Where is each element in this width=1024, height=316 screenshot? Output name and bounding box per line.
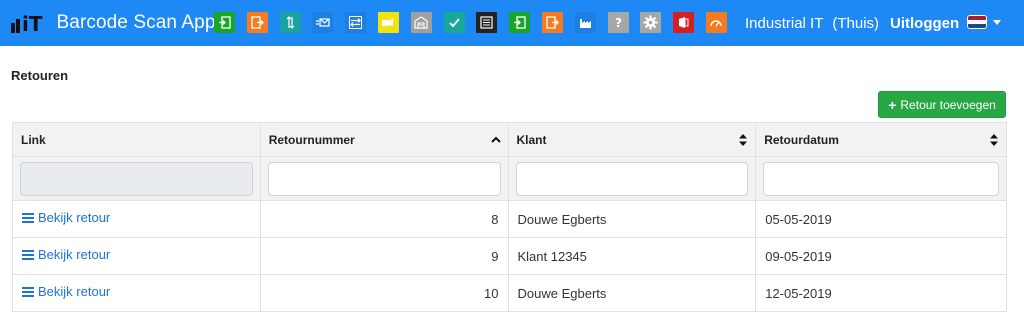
filter-klant-input[interactable] [515, 161, 749, 196]
warehouse-icon[interactable] [410, 12, 432, 33]
dashboard-icon[interactable] [705, 12, 727, 33]
klant-cell: Klant 12345 [507, 237, 757, 275]
filter-cell-link [12, 156, 261, 201]
filter-retournummer-input[interactable] [267, 161, 501, 196]
filter-cell-klant [507, 156, 757, 201]
table-row: Bekijk retour 10 Douwe Egberts 12-05-201… [12, 274, 1007, 312]
company-info: Industrial IT (Thuis) [745, 0, 879, 46]
receive-icon[interactable] [509, 12, 531, 33]
table-row: Bekijk retour 9 Klant 12345 09-05-2019 [12, 237, 1007, 275]
view-return-link[interactable]: Bekijk retour [22, 284, 110, 299]
filter-retourdatum-input[interactable] [763, 161, 999, 196]
shipment-icon[interactable] [312, 12, 334, 33]
sort-icon[interactable] [738, 133, 748, 147]
view-return-link[interactable]: Bekijk retour [22, 210, 110, 225]
filter-cell-retournummer [259, 156, 509, 201]
link-cell: Bekijk retour [12, 237, 261, 275]
flag-nl-icon [967, 15, 987, 29]
inbound-icon[interactable] [214, 12, 235, 33]
svg-text:?: ? [615, 16, 622, 29]
filter-link-input [20, 161, 253, 196]
transfer-icon[interactable] [279, 12, 301, 33]
retournummer-cell: 8 [259, 200, 509, 238]
logout-link[interactable]: Uitloggen [890, 0, 959, 46]
help-icon[interactable]: ? [607, 12, 629, 33]
klant-cell: Douwe Egberts [507, 200, 757, 238]
menu-icon [22, 248, 34, 262]
sort-ascending-icon[interactable] [490, 133, 501, 145]
top-navbar: iT Barcode Scan App ? Industrial IT (Thu… [0, 0, 1024, 46]
brand-logo: iT [11, 12, 43, 36]
retourdatum-cell: 12-05-2019 [755, 274, 1007, 312]
check-icon[interactable] [443, 12, 465, 33]
list-icon[interactable] [476, 12, 498, 33]
app-title: Barcode Scan App [56, 12, 216, 33]
sort-icon[interactable] [989, 133, 999, 147]
brand[interactable]: iT Barcode Scan App [11, 0, 216, 46]
retourdatum-cell: 05-05-2019 [755, 200, 1007, 238]
module-icon-bar: ? [214, 12, 739, 33]
factory-icon[interactable] [574, 12, 596, 33]
brand-logo-text: iT [22, 12, 43, 36]
column-header-link: Link [12, 122, 261, 157]
column-header-retourdatum[interactable]: Retourdatum [755, 122, 1007, 157]
filter-cell-retourdatum [755, 156, 1007, 201]
column-header-klant[interactable]: Klant [507, 122, 757, 157]
chevron-down-icon [993, 19, 1001, 25]
add-return-button[interactable]: + Retour toevoegen [878, 91, 1006, 118]
table-row: Bekijk retour 8 Douwe Egberts 05-05-2019 [12, 200, 1007, 238]
retourdatum-cell: 09-05-2019 [755, 237, 1007, 275]
stock-icon[interactable] [377, 12, 399, 33]
office-icon[interactable] [673, 12, 695, 33]
company-location: (Thuis) [832, 14, 880, 32]
column-header-retournummer[interactable]: Retournummer [259, 122, 509, 157]
return-out-icon[interactable] [541, 12, 563, 33]
link-cell: Bekijk retour [12, 274, 261, 312]
retournummer-cell: 9 [259, 237, 509, 275]
plus-icon: + [888, 96, 897, 113]
menu-icon [22, 285, 34, 299]
link-cell: Bekijk retour [12, 200, 261, 238]
view-return-link[interactable]: Bekijk retour [22, 247, 110, 262]
retournummer-cell: 10 [259, 274, 509, 312]
company-name: Industrial IT [745, 14, 824, 32]
add-return-label: Retour toevoegen [900, 97, 996, 112]
menu-icon [22, 211, 34, 225]
page-title: Retouren [11, 68, 69, 83]
exchange-icon[interactable] [345, 12, 367, 33]
outbound-icon[interactable] [246, 12, 268, 33]
returns-table: Link Retournummer Klant Retourdatum Beki… [12, 122, 1007, 312]
settings-icon[interactable] [640, 12, 662, 33]
language-dropdown[interactable] [967, 15, 1001, 29]
klant-cell: Douwe Egberts [507, 274, 757, 312]
